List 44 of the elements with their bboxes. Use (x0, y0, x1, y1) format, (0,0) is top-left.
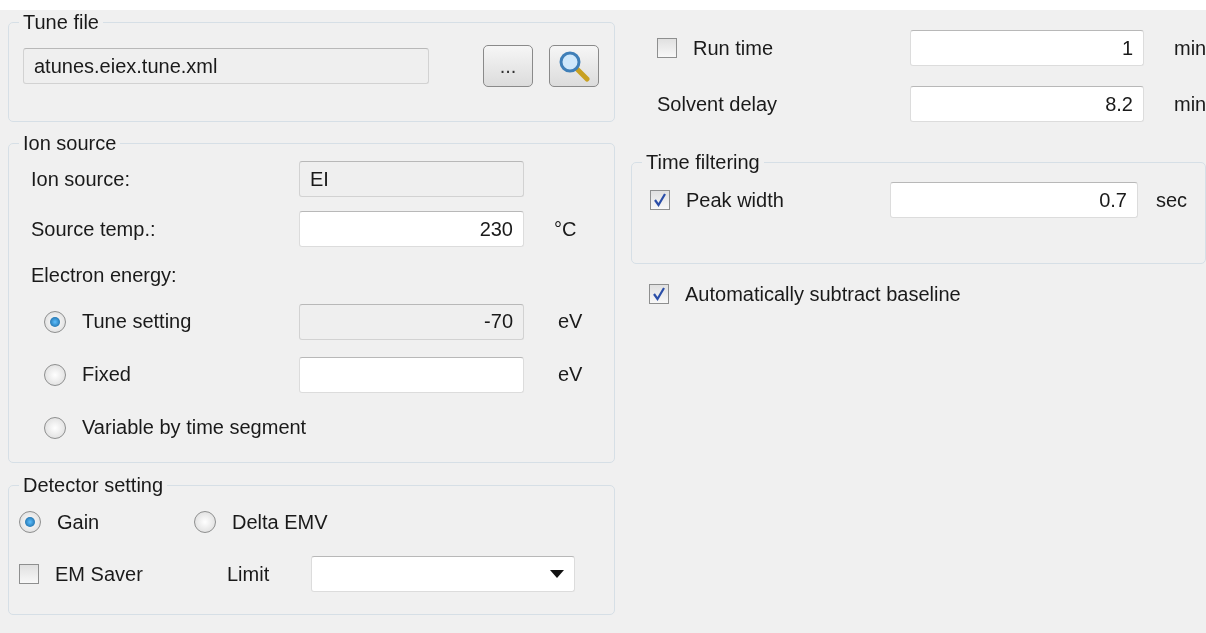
option-label: EM Saver (55, 562, 143, 586)
field-label: Limit (227, 562, 271, 586)
group-title: Tune file (22, 10, 100, 34)
unit-label: sec (1156, 188, 1188, 211)
option-label: Peak width (686, 188, 784, 212)
radio-button[interactable] (44, 363, 66, 386)
group-title: Ion source (22, 131, 118, 155)
unit-label: min (1174, 36, 1206, 59)
option-label: Fixed (82, 363, 131, 386)
field-label: Solvent delay (657, 92, 779, 116)
option-label: Run time (693, 36, 774, 60)
field-label: Ion source: (31, 167, 131, 191)
field-label: Source temp.: (31, 217, 157, 241)
option-label: Automatically subtract baseline (685, 282, 961, 306)
browse-button[interactable]: ... (483, 45, 533, 87)
radio-button[interactable] (19, 511, 41, 533)
radio-button[interactable] (44, 416, 66, 439)
caret-icon (550, 570, 564, 578)
checkbox[interactable] (657, 38, 677, 58)
solvent-delay-field[interactable]: 8.2 (910, 86, 1144, 122)
energy-field[interactable] (299, 356, 524, 393)
temperature-field[interactable]: 230 (299, 211, 524, 247)
group-title: Detector setting (22, 473, 165, 497)
unit-label: eV (558, 363, 583, 385)
unit-label: eV (558, 310, 583, 332)
option-label: Gain (57, 510, 100, 534)
unit-label: min (1174, 92, 1206, 115)
file-name-field[interactable]: atunes.eiex.tune.xml (23, 48, 429, 84)
option-label: Tune setting (82, 310, 192, 333)
option-label: Delta EMV (232, 510, 328, 534)
limit-dropdown[interactable] (311, 556, 575, 592)
radio-button[interactable] (194, 511, 216, 533)
group-title: Time filtering (645, 150, 761, 174)
field-label: Electron energy: (31, 263, 178, 287)
checkbox[interactable] (650, 190, 670, 210)
unit-label: °C (554, 217, 577, 240)
ion-source-field[interactable]: EI (299, 161, 524, 197)
run-time-field[interactable]: 1 (910, 30, 1144, 66)
search-icon (558, 50, 590, 82)
search-button[interactable] (549, 45, 599, 87)
option-label: Variable by time segment (82, 416, 307, 439)
peak-width-field[interactable]: 0.7 (890, 182, 1138, 218)
checkbox[interactable] (19, 564, 39, 584)
checkbox[interactable] (649, 284, 669, 304)
